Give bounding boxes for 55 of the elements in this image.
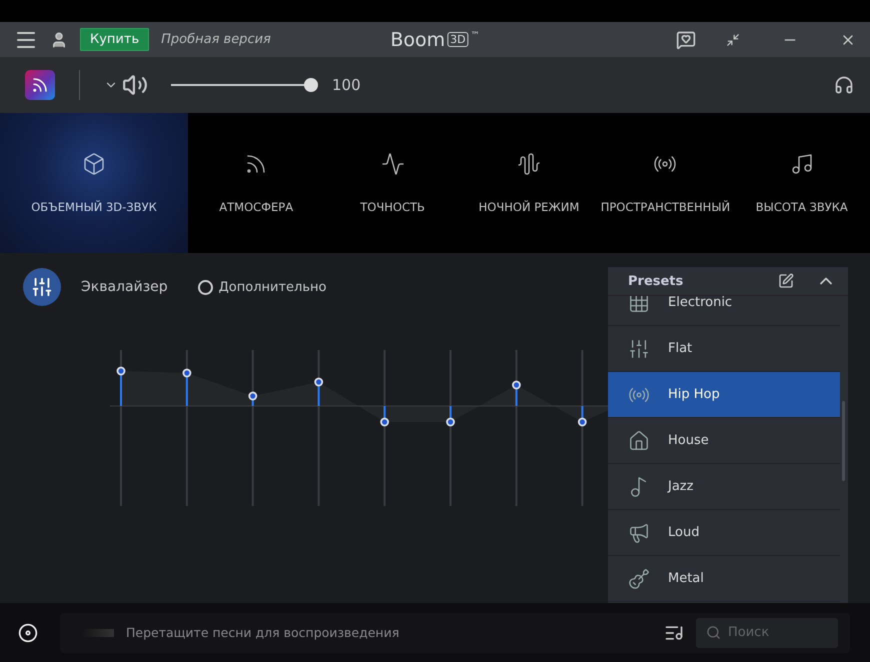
drop-hint: Перетащите песни для воспроизведения xyxy=(126,625,400,640)
app-title: Boom xyxy=(390,28,446,50)
preset-icon xyxy=(628,568,650,590)
radio-circle[interactable] xyxy=(198,280,213,294)
volume-reading: 100 xyxy=(332,76,361,94)
mode-icon xyxy=(790,152,814,176)
eq-band-slider[interactable] xyxy=(182,350,192,506)
equalizer-title: Эквалайзер xyxy=(81,279,168,295)
advanced-radio[interactable]: Дополнительно xyxy=(198,280,326,294)
equalizer-icon[interactable] xyxy=(23,268,61,306)
mode-icon xyxy=(82,152,106,176)
preset-item[interactable]: Electronic xyxy=(608,296,840,326)
scrollbar[interactable] xyxy=(842,401,845,481)
album-icon[interactable] xyxy=(18,622,38,642)
presets-title: Presets xyxy=(628,274,684,288)
buy-button[interactable]: Купить xyxy=(80,28,150,51)
headphones-icon[interactable] xyxy=(834,75,854,95)
search-icon xyxy=(706,625,721,640)
eq-band-thumb[interactable] xyxy=(446,418,455,426)
collapse-icon[interactable] xyxy=(726,32,740,46)
eq-band-slider[interactable] xyxy=(578,350,587,506)
eq-band-thumb[interactable] xyxy=(512,380,521,390)
mode-icon xyxy=(380,152,405,176)
trial-label: Пробная версия xyxy=(161,32,271,47)
eq-band-thumb[interactable] xyxy=(314,378,324,386)
volume-thumb[interactable] xyxy=(304,78,318,92)
eq-band-slider[interactable] xyxy=(380,350,389,506)
search-input[interactable]: Поиск xyxy=(726,624,826,641)
app-badge: 3D xyxy=(447,32,469,47)
eq-band-slider[interactable] xyxy=(512,350,521,506)
preset-icon xyxy=(628,296,650,314)
mode-icon xyxy=(516,152,541,176)
eq-band-thumb[interactable] xyxy=(182,368,192,378)
chat-heart-icon[interactable] xyxy=(676,30,696,50)
eq-band-thumb[interactable] xyxy=(380,418,389,426)
user-icon[interactable] xyxy=(50,30,68,48)
speaker-icon[interactable] xyxy=(122,72,148,98)
mode-tab[interactable]: ОБЪЕМНЫЙ 3D-ЗВУК xyxy=(0,113,188,253)
preset-icon xyxy=(628,522,650,544)
search-field[interactable]: Поиск xyxy=(696,618,838,648)
eq-band-slider[interactable] xyxy=(248,350,258,506)
trademark-sign: ™ xyxy=(470,30,480,40)
eq-band-slider[interactable] xyxy=(314,350,324,506)
advanced-label: Дополнительно xyxy=(218,280,326,294)
preset-icon xyxy=(628,338,650,360)
preset-icon xyxy=(628,430,650,452)
app-logo[interactable] xyxy=(25,70,55,100)
eq-band-slider[interactable] xyxy=(446,350,455,506)
eq-band-thumb[interactable] xyxy=(578,418,587,426)
drop-area[interactable]: Перетащите песни для воспроизведения Поиск xyxy=(60,612,850,652)
eq-band-thumb[interactable] xyxy=(248,392,258,400)
edit-icon[interactable] xyxy=(778,273,794,289)
eq-band-thumb[interactable] xyxy=(116,366,126,376)
preset-item[interactable]: Hip Hop xyxy=(608,372,840,418)
eq-band-slider[interactable] xyxy=(116,350,126,506)
